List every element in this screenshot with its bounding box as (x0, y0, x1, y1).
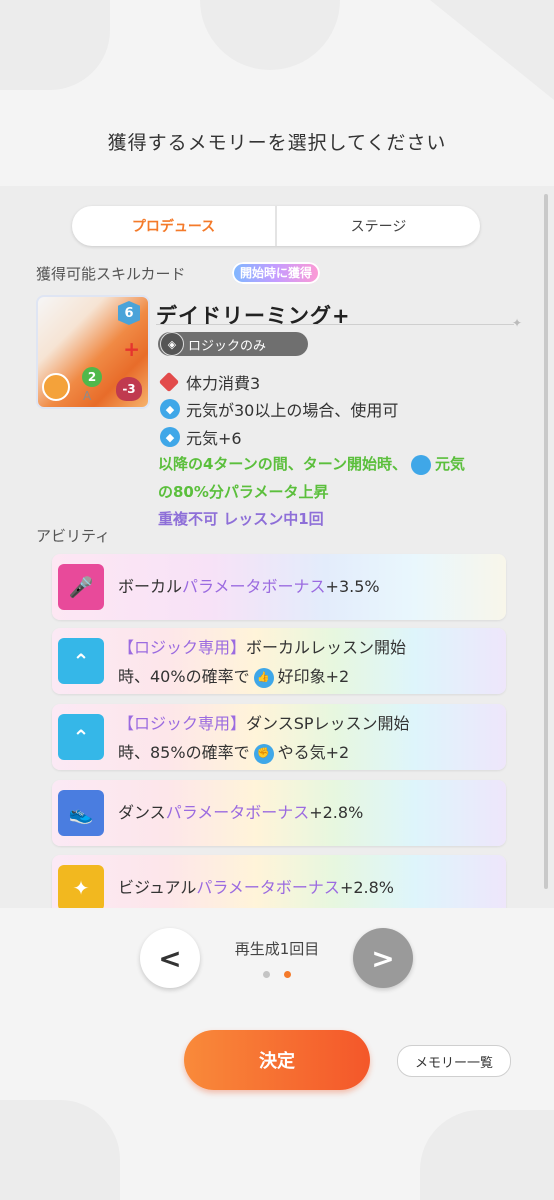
diamond-red-icon (158, 371, 180, 393)
bg-decoration-4 (0, 1100, 120, 1200)
ability-text: ビジュアルパラメータボーナス+2.8% (118, 873, 394, 902)
tab-bar: プロデュース ステージ (72, 206, 480, 246)
ability-line: ダンスSPレッスン開始 (246, 714, 410, 733)
restriction-label: ロジックのみ (188, 338, 267, 354)
confirm-button[interactable]: 決定 (184, 1030, 370, 1090)
ability-item[interactable]: ⌃ 【ロジック専用】ボーカルレッスン開始 時、40%の確率で 👍 好印象+2 (52, 628, 506, 694)
plus-icon: + (123, 337, 140, 361)
skill-card-name: デイドリーミング+ (156, 304, 351, 328)
logic-chevron-icon: ⌃ (58, 714, 104, 760)
next-button[interactable]: > (353, 928, 413, 988)
heart-badge: -3 (116, 377, 142, 401)
divider (156, 324, 514, 325)
memory-detail-panel[interactable]: プロデュース ステージ 獲得可能スキルカード 開始時に獲得 6 + 2 A -3… (0, 186, 554, 908)
page-dot (263, 971, 270, 978)
bg-decoration-2 (200, 0, 340, 70)
ability-prefix: ダンス (118, 803, 166, 822)
genki-icon (410, 454, 431, 475)
memory-list-button[interactable]: メモリー一覧 (397, 1045, 511, 1077)
bg-decoration-3 (430, 0, 554, 100)
effect-row: ◆ 元気+6 (160, 425, 242, 449)
vocal-icon: 🎤 (58, 564, 104, 610)
motivation-icon: ✊ (253, 743, 274, 764)
effect-row: 体力消費3 (158, 370, 261, 394)
scrollbar[interactable] (544, 194, 548, 889)
ability-text: 【ロジック専用】ダンスSPレッスン開始 時、85%の確率で ✊ やる気+2 (118, 709, 410, 767)
ability-highlight: パラメータボーナス (165, 803, 310, 822)
ability-text: 【ロジック専用】ボーカルレッスン開始 時、40%の確率で 👍 好印象+2 (118, 633, 406, 691)
effect-row: ◆ 元気が30以上の場合、使用可 (160, 397, 398, 421)
effect-text: 元気+6 (186, 429, 242, 448)
effect-description-line: の80%分パラメータ上昇 (158, 483, 329, 501)
logic-chevron-icon: ⌃ (58, 638, 104, 684)
tab-stage[interactable]: ステージ (277, 206, 480, 246)
page-dot-active (284, 971, 291, 978)
ability-item[interactable]: ✦ ビジュアルパラメータボーナス+2.8% (52, 855, 506, 908)
good-impression-icon: 👍 (253, 667, 274, 688)
ability-highlight: パラメータボーナス (182, 577, 326, 596)
ability-value: +2.8% (309, 803, 364, 822)
regeneration-count: 再生成1回目 (234, 940, 320, 958)
ability-value: +2.8% (339, 878, 394, 897)
ability-item[interactable]: ⌃ 【ロジック専用】ダンスSPレッスン開始 時、85%の確率で ✊ やる気+2 (52, 704, 506, 770)
logic-plan-icon: ◈ (160, 332, 184, 356)
ability-text: ダンスパラメータボーナス+2.8% (118, 798, 363, 827)
ability-line: ボーカルレッスン開始 (246, 638, 407, 657)
ability-buff: やる気+2 (277, 743, 350, 762)
effect-text: 以降の4ターンの間、ターン開始時、 (158, 455, 407, 473)
ability-value: +3.5% (325, 577, 380, 596)
ability-text: ボーカルパラメータボーナス+3.5% (118, 572, 380, 601)
page-title: 獲得するメモリーを選択してください (107, 132, 447, 154)
ability-tag: 【ロジック専用】 (118, 714, 247, 733)
genki-icon: ◆ (160, 427, 180, 447)
bg-decoration-1 (0, 0, 110, 90)
effect-description-line: 以降の4ターンの間、ターン開始時、 元気 (158, 453, 465, 475)
ability-tag: 【ロジック専用】 (118, 638, 247, 657)
ability-item[interactable]: 👟 ダンスパラメータボーナス+2.8% (52, 780, 506, 846)
ability-section-label: アビリティ (36, 527, 111, 545)
green-badge: 2 (82, 367, 102, 387)
cost-badge: 6 (118, 301, 140, 325)
genki-icon: ◆ (160, 399, 180, 419)
visual-icon: ✦ (58, 865, 104, 908)
ability-prefix: ボーカル (118, 577, 183, 596)
ability-item[interactable]: 🎤 ボーカルパラメータボーナス+3.5% (52, 554, 506, 620)
dance-icon: 👟 (58, 790, 104, 836)
effect-text: 体力消費3 (186, 374, 261, 393)
ability-line: 時、85%の確率で (118, 743, 250, 762)
orange-target-icon (42, 373, 70, 401)
sparkle-icon: ✦ (512, 316, 523, 330)
effect-text: 元気 (434, 455, 465, 473)
bg-decoration-5 (420, 1110, 554, 1200)
limit-note: 重複不可 レッスン中1回 (158, 510, 324, 528)
tab-produce[interactable]: プロデュース (72, 206, 277, 246)
ability-buff: 好印象+2 (277, 667, 350, 686)
ability-line: 時、40%の確率で (118, 667, 250, 686)
skill-card-section-label: 獲得可能スキルカード (36, 265, 186, 283)
skill-card-image[interactable]: 6 + 2 A -3 (36, 295, 150, 409)
ability-highlight: パラメータボーナス (196, 878, 340, 897)
ability-prefix: ビジュアル (118, 878, 197, 897)
effect-text: 元気が30以上の場合、使用可 (186, 401, 399, 420)
card-letter: A (83, 389, 92, 403)
restriction-badge: ◈ ロジックのみ (158, 332, 308, 356)
acquire-at-start-badge: 開始時に獲得 (232, 262, 321, 284)
